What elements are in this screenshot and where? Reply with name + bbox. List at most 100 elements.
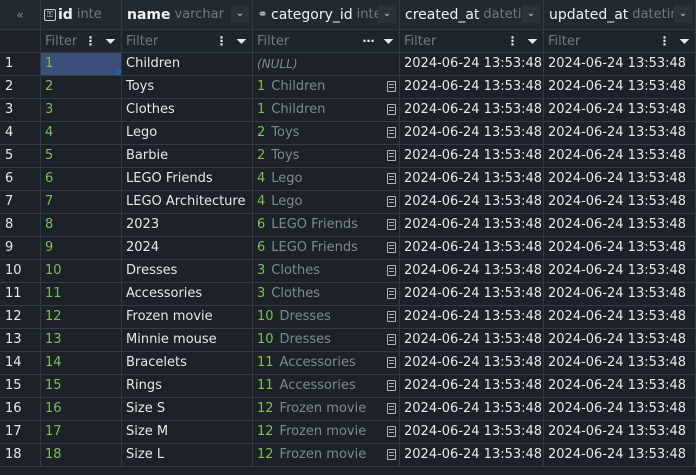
cell-id[interactable]: 13 (41, 329, 122, 352)
open-reference-icon[interactable] (387, 242, 396, 253)
cell-id[interactable]: 7 (41, 191, 122, 214)
cell-id[interactable]: 8 (41, 214, 122, 237)
cell-name[interactable]: Size S (122, 398, 253, 421)
cell-category-id[interactable]: 2 Toys (253, 122, 400, 145)
cell-created-at[interactable]: 2024-06-24 13:53:48 (400, 99, 544, 122)
cell-category-id[interactable]: 12 Frozen movie (253, 398, 400, 421)
filter-icon[interactable]: ⏷ (524, 32, 541, 50)
cell-created-at[interactable]: 2024-06-24 13:53:48 (400, 283, 544, 306)
open-reference-icon[interactable] (387, 265, 396, 276)
cell-id[interactable]: 17 (41, 421, 122, 444)
collapse-columns-button[interactable]: « (0, 0, 41, 30)
cell-created-at[interactable]: 2024-06-24 13:53:48 (400, 306, 544, 329)
cell-category-id[interactable]: 10 Dresses (253, 329, 400, 352)
cell-id[interactable]: 12 (41, 306, 122, 329)
cell-id[interactable]: 5 (41, 145, 122, 168)
cell-created-at[interactable]: 2024-06-24 13:53:48 (400, 421, 544, 444)
cell-name[interactable]: 2023 (122, 214, 253, 237)
open-reference-icon[interactable] (387, 104, 396, 115)
row-number[interactable]: 13 (0, 329, 41, 352)
cell-id[interactable]: 2 (41, 76, 122, 99)
cell-updated-at[interactable]: 2024-06-24 13:53:48 (544, 329, 696, 352)
cell-updated-at[interactable]: 2024-06-24 13:53:48 (544, 99, 696, 122)
filter-icon[interactable]: ⏷ (102, 32, 119, 50)
chevron-down-icon[interactable]: ⌄ (522, 5, 540, 23)
row-number[interactable]: 2 (0, 76, 41, 99)
open-reference-icon[interactable] (387, 357, 396, 368)
filter-input[interactable] (548, 33, 608, 49)
cell-created-at[interactable]: 2024-06-24 13:53:48 (400, 76, 544, 99)
cell-created-at[interactable]: 2024-06-24 13:53:48 (400, 398, 544, 421)
cell-category-id[interactable]: 6 LEGO Friends (253, 237, 400, 260)
cell-created-at[interactable]: 2024-06-24 13:53:48 (400, 444, 544, 467)
cell-updated-at[interactable]: 2024-06-24 13:53:48 (544, 122, 696, 145)
cell-updated-at[interactable]: 2024-06-24 13:53:48 (544, 214, 696, 237)
cell-category-id[interactable]: 6 LEGO Friends (253, 214, 400, 237)
cell-category-id[interactable]: 1 Children (253, 99, 400, 122)
cell-id[interactable]: 9 (41, 237, 122, 260)
more-options-icon[interactable]: ⋮ (504, 32, 521, 50)
cell-name[interactable]: LEGO Friends (122, 168, 253, 191)
filter-input[interactable] (126, 33, 186, 49)
row-number[interactable]: 9 (0, 237, 41, 260)
cell-id[interactable]: 6 (41, 168, 122, 191)
chevron-down-icon[interactable]: ⌄ (378, 5, 396, 23)
cell-updated-at[interactable]: 2024-06-24 13:53:48 (544, 444, 696, 467)
cell-id[interactable]: 4 (41, 122, 122, 145)
cell-category-id[interactable]: 4 Lego (253, 168, 400, 191)
filter-input[interactable] (404, 33, 464, 49)
row-number[interactable]: 18 (0, 444, 41, 467)
row-number[interactable]: 8 (0, 214, 41, 237)
cell-updated-at[interactable]: 2024-06-24 13:53:48 (544, 260, 696, 283)
cell-name[interactable]: Lego (122, 122, 253, 145)
cell-name[interactable]: Barbie (122, 145, 253, 168)
cell-updated-at[interactable]: 2024-06-24 13:53:48 (544, 145, 696, 168)
cell-id[interactable]: 16 (41, 398, 122, 421)
cell-created-at[interactable]: 2024-06-24 13:53:48 (400, 214, 544, 237)
cell-created-at[interactable]: 2024-06-24 13:53:48 (400, 168, 544, 191)
cell-updated-at[interactable]: 2024-06-24 13:53:48 (544, 306, 696, 329)
cell-id[interactable]: 15 (41, 375, 122, 398)
cell-category-id[interactable]: 3 Clothes (253, 283, 400, 306)
cell-name[interactable]: Rings (122, 375, 253, 398)
cell-name[interactable]: Frozen movie (122, 306, 253, 329)
more-options-icon[interactable]: ⋮ (82, 32, 99, 50)
cell-category-id[interactable]: 1 Children (253, 76, 400, 99)
cell-id[interactable]: 1 (41, 53, 122, 76)
cell-updated-at[interactable]: 2024-06-24 13:53:48 (544, 421, 696, 444)
row-number[interactable]: 5 (0, 145, 41, 168)
filter-icon[interactable]: ⏷ (380, 32, 397, 50)
row-number[interactable]: 10 (0, 260, 41, 283)
row-number[interactable]: 3 (0, 99, 41, 122)
cell-category-id[interactable]: 4 Lego (253, 191, 400, 214)
cell-category-id[interactable]: (NULL) (253, 53, 400, 76)
filter-input[interactable] (45, 33, 77, 49)
cell-updated-at[interactable]: 2024-06-24 13:53:48 (544, 168, 696, 191)
cell-created-at[interactable]: 2024-06-24 13:53:48 (400, 375, 544, 398)
more-options-icon[interactable]: ⋮ (213, 32, 230, 50)
cell-created-at[interactable]: 2024-06-24 13:53:48 (400, 122, 544, 145)
cell-category-id[interactable]: 10 Dresses (253, 306, 400, 329)
row-number[interactable]: 1 (0, 53, 41, 76)
filter-icon[interactable]: ⏷ (676, 32, 693, 50)
column-header-id[interactable]: ⚿ id inte (41, 0, 122, 30)
more-options-icon[interactable]: ⋮ (656, 32, 673, 50)
cell-name[interactable]: Dresses (122, 260, 253, 283)
open-reference-icon[interactable] (387, 219, 396, 230)
cell-name[interactable]: Toys (122, 76, 253, 99)
open-reference-icon[interactable] (387, 173, 396, 184)
filter-input[interactable] (257, 33, 317, 49)
cell-name[interactable]: Size M (122, 421, 253, 444)
open-reference-icon[interactable] (387, 288, 396, 299)
cell-name[interactable]: 2024 (122, 237, 253, 260)
row-number[interactable]: 6 (0, 168, 41, 191)
row-number[interactable]: 14 (0, 352, 41, 375)
cell-category-id[interactable]: 3 Clothes (253, 260, 400, 283)
cell-id[interactable]: 3 (41, 99, 122, 122)
open-reference-icon[interactable] (387, 311, 396, 322)
open-reference-icon[interactable] (387, 403, 396, 414)
cell-id[interactable]: 14 (41, 352, 122, 375)
cell-created-at[interactable]: 2024-06-24 13:53:48 (400, 260, 544, 283)
cell-updated-at[interactable]: 2024-06-24 13:53:48 (544, 375, 696, 398)
row-number[interactable]: 17 (0, 421, 41, 444)
